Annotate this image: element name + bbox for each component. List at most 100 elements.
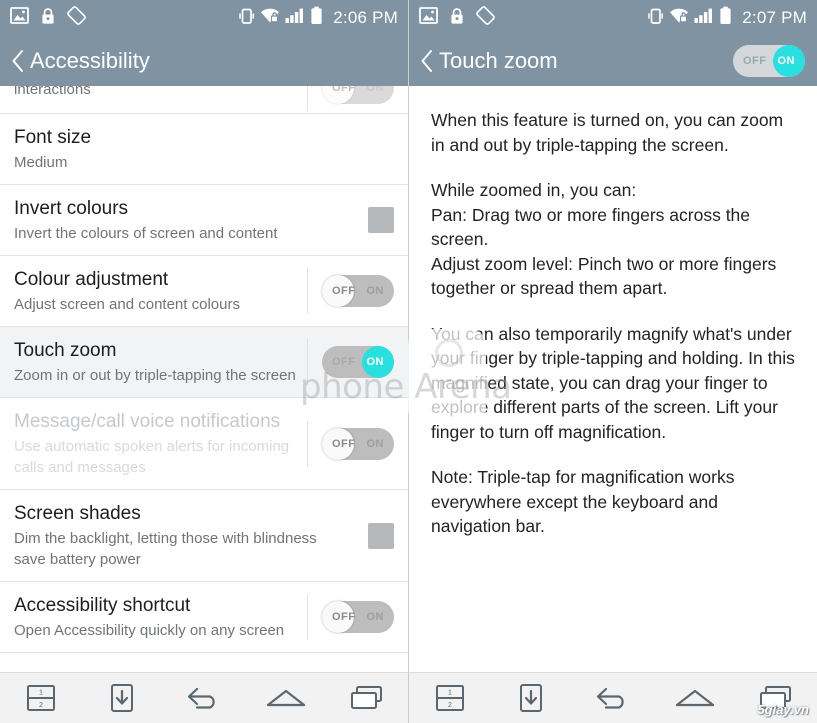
back-chevron-icon[interactable] [419,48,435,74]
row-text: Message/call voice notifications Use aut… [14,398,297,489]
row-control[interactable] [354,197,394,243]
toggle-on-label: ON [777,55,795,67]
help-paragraph: You can also temporarily magnify what's … [431,323,795,442]
list-item-clipped[interactable]: Provide spoken feedback for UI interacti… [0,86,408,114]
status-icons-right: 2:07 PM [647,6,807,30]
row-title: Screen shades [14,503,141,524]
touch-zoom-master-toggle-wrap[interactable]: OFF ON [733,45,805,77]
row-control[interactable] [354,513,394,559]
capture-plus-icon[interactable] [502,676,560,720]
touch-zoom-screen: 2:07 PM Touch zoom OFF ON When this feat… [409,0,817,723]
toggle-switch: OFF ON [322,427,394,460]
dual-screenshot-container: 2:06 PM Accessibility Provide spoken fee… [0,0,817,723]
svg-text:2: 2 [448,702,452,709]
rotation-lock-icon [476,6,495,30]
status-icons-left [10,6,86,30]
row-control[interactable]: OFF ON [307,594,394,640]
row-subtitle: Use automatic spoken alerts for incoming… [14,438,290,476]
toggle-off-label: OFF [332,611,356,623]
row-control[interactable]: OFF ON [307,268,394,314]
row-title: Accessibility shortcut [14,595,191,616]
back-icon[interactable] [584,676,642,720]
toggle-on-label: ON [366,437,384,450]
list-item-screen-shades[interactable]: Screen shades Dim the backlight, letting… [0,490,408,582]
toggle-switch[interactable]: OFF ON [322,346,394,378]
dual-window-icon[interactable]: 12 [421,676,479,720]
list-item-font-size[interactable]: Font size Medium [0,114,408,185]
capture-plus-icon[interactable] [93,676,151,720]
status-icons-left [419,6,495,30]
battery-icon [310,6,323,30]
status-bar-right: 2:07 PM [409,0,817,36]
back-icon[interactable] [175,676,233,720]
image-icon [10,7,29,29]
home-icon[interactable] [666,676,724,720]
toggle-off-label: OFF [743,55,767,67]
clipped-row-subtitle: interactions [14,86,91,98]
row-text: Screen shades Dim the backlight, letting… [14,490,344,581]
row-title: Message/call voice notifications [14,411,281,432]
vibrate-icon [238,7,255,30]
help-paragraph: Note: Triple-tap for magnification works… [431,467,735,536]
page-title: Accessibility [30,48,150,73]
back-chevron-icon[interactable] [10,48,26,74]
row-title: Font size [14,127,92,148]
row-control[interactable]: OFF ON [307,339,394,385]
row-subtitle: Dim the backlight, letting those with bl… [14,530,317,568]
toggle-switch[interactable]: OFF ON [322,601,394,633]
navigation-bar-right[interactable]: 12 5giay.vn [409,672,817,723]
help-paragraph: While zoomed in, you can: Pan: Drag two … [431,180,777,298]
toggle-on-label: ON [366,285,384,297]
toggle-off-label: OFF [332,437,356,450]
svg-text:1: 1 [448,690,452,697]
list-item-touch-zoom[interactable]: Touch zoom Zoom in or out by triple-tapp… [0,327,408,398]
row-text: Font size Medium [14,114,394,184]
toggle-off-label: OFF [332,356,356,368]
battery-icon [719,6,732,30]
row-text: Colour adjustment Adjust screen and cont… [14,256,297,326]
list-item-colour-adjustment[interactable]: Colour adjustment Adjust screen and cont… [0,256,408,327]
row-control: OFF ON [307,420,394,467]
image-icon [419,7,438,29]
row-title: Invert colours [14,198,129,219]
toggle-switch[interactable]: OFF ON [322,275,394,307]
page-title: Touch zoom [439,48,558,73]
recent-apps-icon[interactable] [338,676,396,720]
status-icons-right: 2:06 PM [238,6,398,30]
navigation-bar-left[interactable]: 12 [0,672,408,723]
toggle-switch[interactable]: OFF ON [322,86,394,104]
row-subtitle: Zoom in or out by triple-tapping the scr… [14,367,296,384]
list-item-invert-colours[interactable]: Invert colours Invert the colours of scr… [0,185,408,256]
touch-zoom-description: When this feature is turned on, you can … [409,86,817,672]
checkbox-unchecked[interactable] [368,522,394,549]
toggle-switch[interactable]: OFF ON [733,45,805,77]
row-subtitle: Adjust screen and content colours [14,296,240,313]
toggle-on-label: ON [366,611,384,623]
toggle-off-label: OFF [332,86,356,94]
toggle-off-label: OFF [332,285,356,297]
help-paragraph: When this feature is turned on, you can … [431,110,784,155]
action-bar-right: Touch zoom OFF ON [409,36,817,86]
row-text: Invert colours Invert the colours of scr… [14,185,344,255]
clipped-row-control[interactable]: OFF ON [307,86,394,111]
checkbox-unchecked[interactable] [368,207,394,233]
recent-apps-icon[interactable] [747,676,805,720]
wifi-secured-icon [669,7,689,29]
row-text: Accessibility shortcut Open Accessibilit… [14,582,297,652]
signal-icon [694,7,714,29]
accessibility-settings-list[interactable]: Provide spoken feedback for UI interacti… [0,86,408,672]
action-bar-left: Accessibility [0,36,408,86]
row-title: Colour adjustment [14,269,169,290]
home-icon[interactable] [257,676,315,720]
list-item-accessibility-shortcut[interactable]: Accessibility shortcut Open Accessibilit… [0,582,408,653]
signal-icon [285,7,305,29]
row-subtitle: Invert the colours of screen and content [14,225,278,242]
dual-window-icon[interactable]: 12 [12,676,70,720]
accessibility-screen: 2:06 PM Accessibility Provide spoken fee… [0,0,409,723]
lock-icon [450,7,464,30]
status-clock: 2:06 PM [333,8,398,27]
toggle-on-label: ON [366,356,384,368]
wifi-secured-icon [260,7,280,29]
vibrate-icon [647,7,664,30]
svg-text:1: 1 [39,690,43,697]
